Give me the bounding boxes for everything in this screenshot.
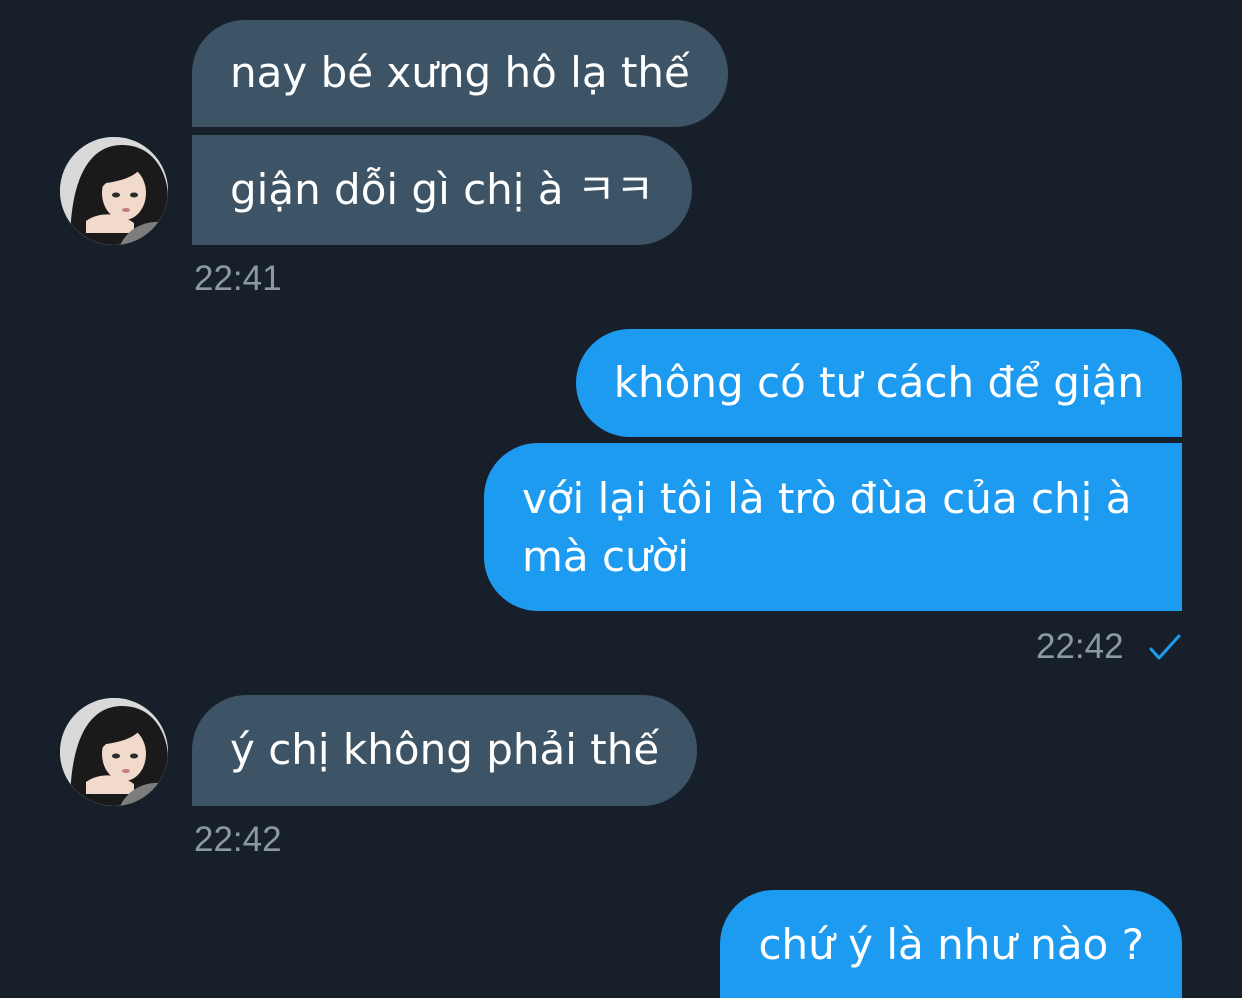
message-text: ý chị không phải thế <box>230 725 660 774</box>
avatar-icon <box>60 698 168 806</box>
incoming-message-bubble[interactable]: giận dỗi gì chị à ㅋㅋ <box>192 135 693 245</box>
message-text: giận dỗi gì chị à ㅋㅋ <box>230 165 655 214</box>
incoming-message-bubble[interactable]: nay bé xưng hô lạ thế <box>192 20 728 127</box>
outgoing-message-bubble[interactable]: không có tư cách để giận <box>575 329 1182 437</box>
message-text-line: mà cười <box>522 532 690 581</box>
outgoing-message-bubble[interactable]: với lại tôi là trò đùa của chị à mà cười <box>484 443 1182 611</box>
incoming-message-bubble[interactable]: ý chị không phải thế <box>192 695 698 806</box>
timestamp: 22:42 <box>1036 627 1124 666</box>
timestamp: 22:41 <box>194 259 282 298</box>
message-text-line: với lại tôi là trò đùa của chị à <box>522 474 1132 523</box>
message-text: không có tư cách để giận <box>613 358 1144 407</box>
contact-avatar[interactable] <box>60 137 168 245</box>
message-text: chứ ý là như nào ? <box>758 920 1144 969</box>
message-text: nay bé xưng hô lạ thế <box>230 48 690 97</box>
timestamp: 22:42 <box>194 820 282 859</box>
outgoing-message-bubble[interactable]: chứ ý là như nào ? <box>720 890 1182 998</box>
avatar-icon <box>60 137 168 245</box>
checkmark-icon <box>1149 634 1181 660</box>
conversation-thread: nay bé xưng hô lạ thế giận dỗi gì chị à … <box>0 0 1242 998</box>
contact-avatar[interactable] <box>60 698 168 806</box>
